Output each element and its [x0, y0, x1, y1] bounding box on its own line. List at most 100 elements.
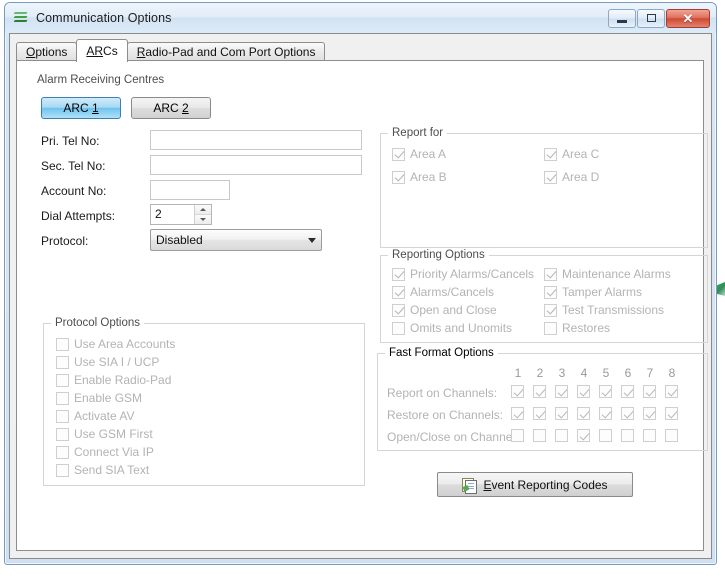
dial-attempts-spin-buttons[interactable] — [194, 205, 211, 224]
tab-options[interactable]: Options — [16, 42, 78, 61]
arc-1-button[interactable]: ARC 1 — [41, 97, 121, 119]
checkbox-alarms-cancels[interactable]: Alarms/Cancels — [392, 285, 494, 299]
checkbox-area-c[interactable]: Area C — [544, 147, 599, 161]
checkbox-activate-av[interactable]: Activate AV — [56, 409, 134, 423]
event-reporting-codes-button[interactable]: Event Reporting Codes — [437, 472, 633, 497]
checkbox-omits-and-unomits[interactable]: Omits and Unomits — [392, 321, 512, 335]
tab-strip: Options ARCs Radio-Pad and Com Port Opti… — [16, 39, 711, 62]
checkbox-label: Maintenance Alarms — [562, 267, 671, 281]
fast-format-restore-channel-4[interactable] — [577, 407, 590, 420]
checkbox-box — [544, 267, 557, 281]
checkbox-label: Area B — [410, 170, 447, 184]
checkbox-label: Alarms/Cancels — [410, 285, 495, 299]
checkbox-use-gsm-first[interactable]: Use GSM First — [56, 427, 153, 441]
checkbox-maintenance-alarms[interactable]: Maintenance Alarms — [544, 267, 671, 281]
checkbox-box — [544, 303, 557, 317]
checkbox-open-and-close[interactable]: Open and Close — [392, 303, 497, 317]
checkbox-tamper-alarms[interactable]: Tamper Alarms — [544, 285, 642, 299]
fast-format-restore-channel-5[interactable] — [599, 407, 612, 420]
checkbox-label: Area C — [562, 147, 600, 161]
checkbox-connect-via-ip[interactable]: Connect Via IP — [56, 445, 154, 459]
checkbox-box — [392, 267, 405, 281]
checkbox-area-a[interactable]: Area A — [392, 147, 446, 161]
maximize-icon — [646, 14, 656, 22]
fast-format-report-channel-1[interactable] — [511, 385, 524, 398]
fast-format-channel-header-4: 4 — [580, 366, 588, 380]
fast-format-report-channel-3[interactable] — [555, 385, 568, 398]
dial-attempts-stepper[interactable]: 2 — [150, 204, 212, 225]
fast-format-open-close-channel-5[interactable] — [599, 429, 612, 442]
fast-format-restore-channel-6[interactable] — [621, 407, 634, 420]
report-document-icon — [462, 477, 478, 494]
fast-format-open-close-channel-2[interactable] — [533, 429, 546, 442]
fast-format-report-channel-4[interactable] — [577, 385, 590, 398]
checkbox-send-sia-text[interactable]: Send SIA Text — [56, 463, 149, 477]
fast-format-open-close-channel-3[interactable] — [555, 429, 568, 442]
checkbox-box — [56, 409, 69, 423]
checkbox-area-b[interactable]: Area B — [392, 170, 447, 184]
fast-format-channel-header-7: 7 — [646, 366, 654, 380]
communication-options-window: Communication Options ✕ Options ARCs Rad… — [4, 2, 717, 565]
close-button[interactable]: ✕ — [666, 8, 710, 28]
fast-format-row-label-restore: Restore on Channels: — [387, 408, 504, 422]
checkbox-box — [544, 321, 557, 335]
checkbox-label: Activate AV — [74, 409, 135, 423]
fast-format-channel-header-8: 8 — [668, 366, 676, 380]
fast-format-open-close-channel-4[interactable] — [577, 429, 590, 442]
checkbox-use-sia-i-ucp[interactable]: Use SIA I / UCP — [56, 355, 159, 369]
fast-format-restore-channel-3[interactable] — [555, 407, 568, 420]
checkbox-label: Use Area Accounts — [74, 337, 176, 351]
fast-format-report-channel-7[interactable] — [643, 385, 656, 398]
fast-format-open-close-channel-1[interactable] — [511, 429, 524, 442]
fast-format-report-channel-8[interactable] — [665, 385, 678, 398]
minimize-icon — [617, 19, 627, 23]
protocol-select[interactable]: Disabled — [150, 229, 322, 251]
fast-format-report-channel-2[interactable] — [533, 385, 546, 398]
checkbox-label: Omits and Unomits — [410, 321, 513, 335]
checkbox-box — [56, 463, 69, 477]
desktop-background: Communication Options ✕ Options ARCs Rad… — [0, 0, 725, 586]
tab-page-arcs: Alarm Receiving Centres ARC 1 ARC 2 Pri.… — [16, 60, 708, 551]
label-pri-tel-no: Pri. Tel No: — [41, 134, 100, 148]
checkbox-label: Use SIA I / UCP — [74, 355, 160, 369]
fast-format-open-close-channel-7[interactable] — [643, 429, 656, 442]
checkbox-box — [56, 427, 69, 441]
spin-down-button[interactable] — [195, 215, 211, 224]
label-sec-tel-no: Sec. Tel No: — [41, 159, 106, 173]
fast-format-report-channel-5[interactable] — [599, 385, 612, 398]
checkbox-box — [56, 337, 69, 351]
sec-tel-no-input[interactable] — [150, 155, 362, 175]
protocol-selected-value: Disabled — [156, 233, 203, 247]
checkbox-use-area-accounts[interactable]: Use Area Accounts — [56, 337, 175, 351]
fast-format-open-close-channel-8[interactable] — [665, 429, 678, 442]
checkbox-priority-alarms-cancels[interactable]: Priority Alarms/Cancels — [392, 267, 534, 281]
checkbox-enable-radio-pad[interactable]: Enable Radio-Pad — [56, 373, 171, 387]
checkbox-test-transmissions[interactable]: Test Transmissions — [544, 303, 664, 317]
fast-format-open-close-channel-6[interactable] — [621, 429, 634, 442]
tab-arcs[interactable]: ARCs — [76, 39, 128, 62]
maximize-button[interactable] — [637, 8, 665, 28]
checkbox-restores[interactable]: Restores — [544, 321, 610, 335]
fast-format-row-label-open-close: Open/Close on Channels: — [387, 430, 525, 444]
checkbox-enable-gsm[interactable]: Enable GSM — [56, 391, 142, 405]
group-reporting-options: Reporting Options Priority Alarms/Cancel… — [380, 249, 708, 343]
group-protocol-options: Protocol Options Use Area Accounts Use S… — [43, 317, 365, 486]
chevron-up-icon — [200, 208, 206, 211]
pri-tel-no-input[interactable] — [150, 130, 362, 150]
spin-up-button[interactable] — [195, 205, 211, 215]
fast-format-restore-channel-7[interactable] — [643, 407, 656, 420]
account-no-input[interactable] — [150, 180, 230, 200]
fast-format-restore-channel-8[interactable] — [665, 407, 678, 420]
fast-format-restore-channel-2[interactable] — [533, 407, 546, 420]
checkbox-label: Area D — [562, 170, 600, 184]
tab-radio-pad-and-com-port-options[interactable]: Radio-Pad and Com Port Options — [126, 42, 326, 61]
checkbox-label: Enable GSM — [74, 391, 143, 405]
checkbox-label: Tamper Alarms — [562, 285, 643, 299]
checkbox-label: Enable Radio-Pad — [74, 373, 172, 387]
checkbox-box — [56, 355, 69, 369]
minimize-button[interactable] — [608, 8, 636, 28]
fast-format-restore-channel-1[interactable] — [511, 407, 524, 420]
checkbox-area-d[interactable]: Area D — [544, 170, 599, 184]
arc-2-button[interactable]: ARC 2 — [131, 97, 211, 119]
fast-format-report-channel-6[interactable] — [621, 385, 634, 398]
